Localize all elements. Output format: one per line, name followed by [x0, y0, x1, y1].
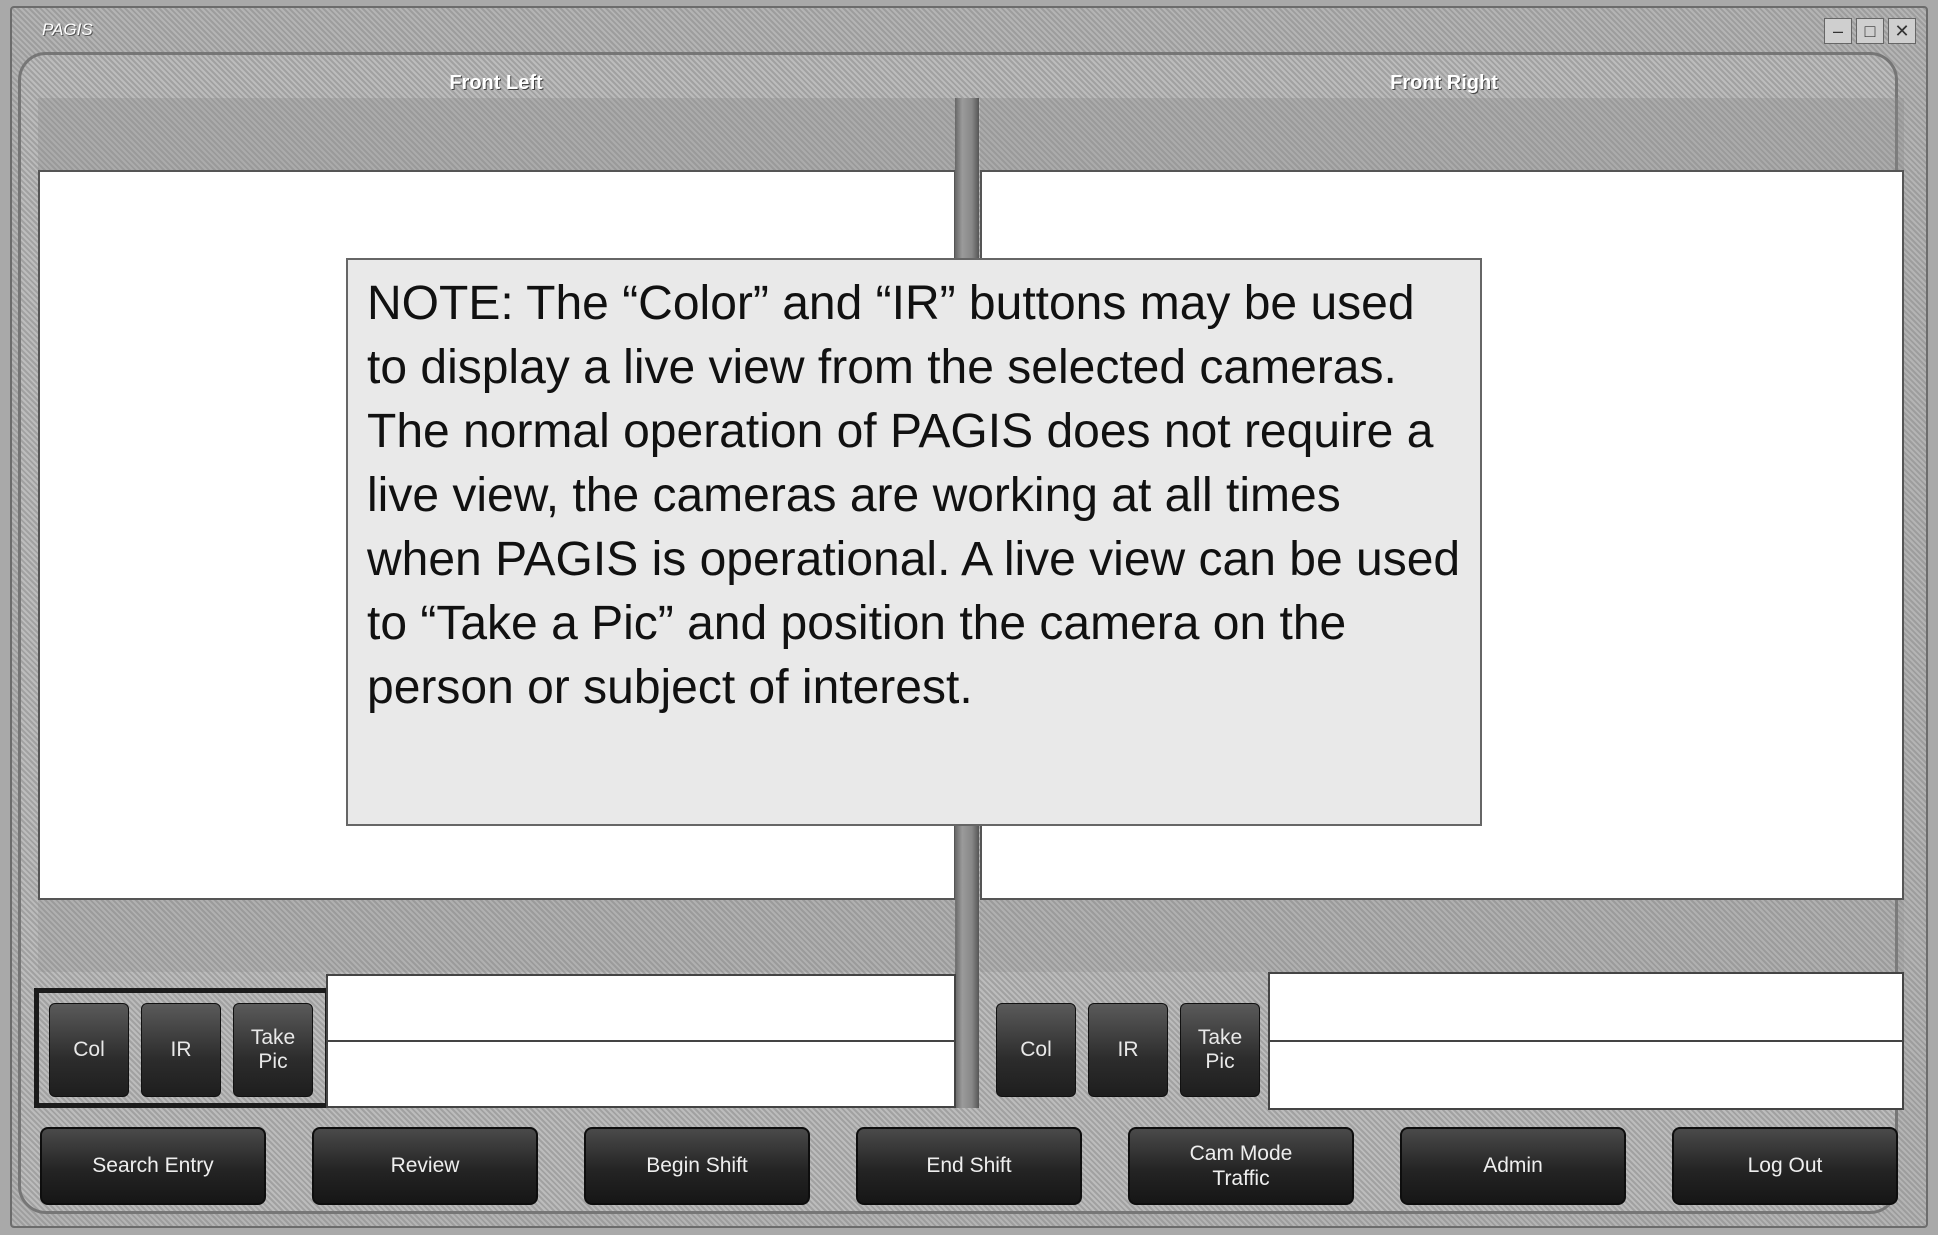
maximize-icon[interactable]: □ [1856, 18, 1884, 44]
window-controls: – □ ✕ [1824, 18, 1916, 44]
front-left-info-field-1 [326, 974, 956, 1042]
front-left-color-button[interactable]: Col [49, 1003, 129, 1097]
search-entry-button[interactable]: Search Entry [40, 1127, 266, 1205]
front-right-camera-controls: Col IR Take Pic [986, 993, 1276, 1105]
front-right-lower-strip [980, 900, 1904, 972]
front-right-header-strip [980, 98, 1904, 170]
note-callout: NOTE: The “Color” and “IR” buttons may b… [346, 258, 1482, 826]
front-left-header-strip [38, 98, 956, 170]
title-bar: PAGIS – □ ✕ [12, 8, 1926, 48]
front-right-info-field-1 [1268, 972, 1904, 1042]
window-title: PAGIS [42, 20, 93, 39]
front-right-color-button[interactable]: Col [996, 1003, 1076, 1097]
front-left-camera-controls: Col IR Take Pic [34, 988, 330, 1108]
end-shift-button[interactable]: End Shift [856, 1127, 1082, 1205]
bottom-toolbar: Search Entry Review Begin Shift End Shif… [36, 1127, 1904, 1205]
front-right-ir-button[interactable]: IR [1088, 1003, 1168, 1097]
front-right-info-field-2 [1268, 1040, 1904, 1110]
begin-shift-button[interactable]: Begin Shift [584, 1127, 810, 1205]
front-right-take-pic-button[interactable]: Take Pic [1180, 1003, 1260, 1097]
front-left-ir-button[interactable]: IR [141, 1003, 221, 1097]
cam-mode-traffic-button[interactable]: Cam Mode Traffic [1128, 1127, 1354, 1205]
front-right-title: Front Right [1390, 72, 1498, 94]
review-button[interactable]: Review [312, 1127, 538, 1205]
admin-button[interactable]: Admin [1400, 1127, 1626, 1205]
front-left-info-field-2 [326, 1040, 956, 1108]
minimize-icon[interactable]: – [1824, 18, 1852, 44]
log-out-button[interactable]: Log Out [1672, 1127, 1898, 1205]
close-icon[interactable]: ✕ [1888, 18, 1916, 44]
front-left-take-pic-button[interactable]: Take Pic [233, 1003, 313, 1097]
front-left-lower-strip [38, 900, 956, 972]
front-left-title: Front Left [449, 72, 543, 94]
